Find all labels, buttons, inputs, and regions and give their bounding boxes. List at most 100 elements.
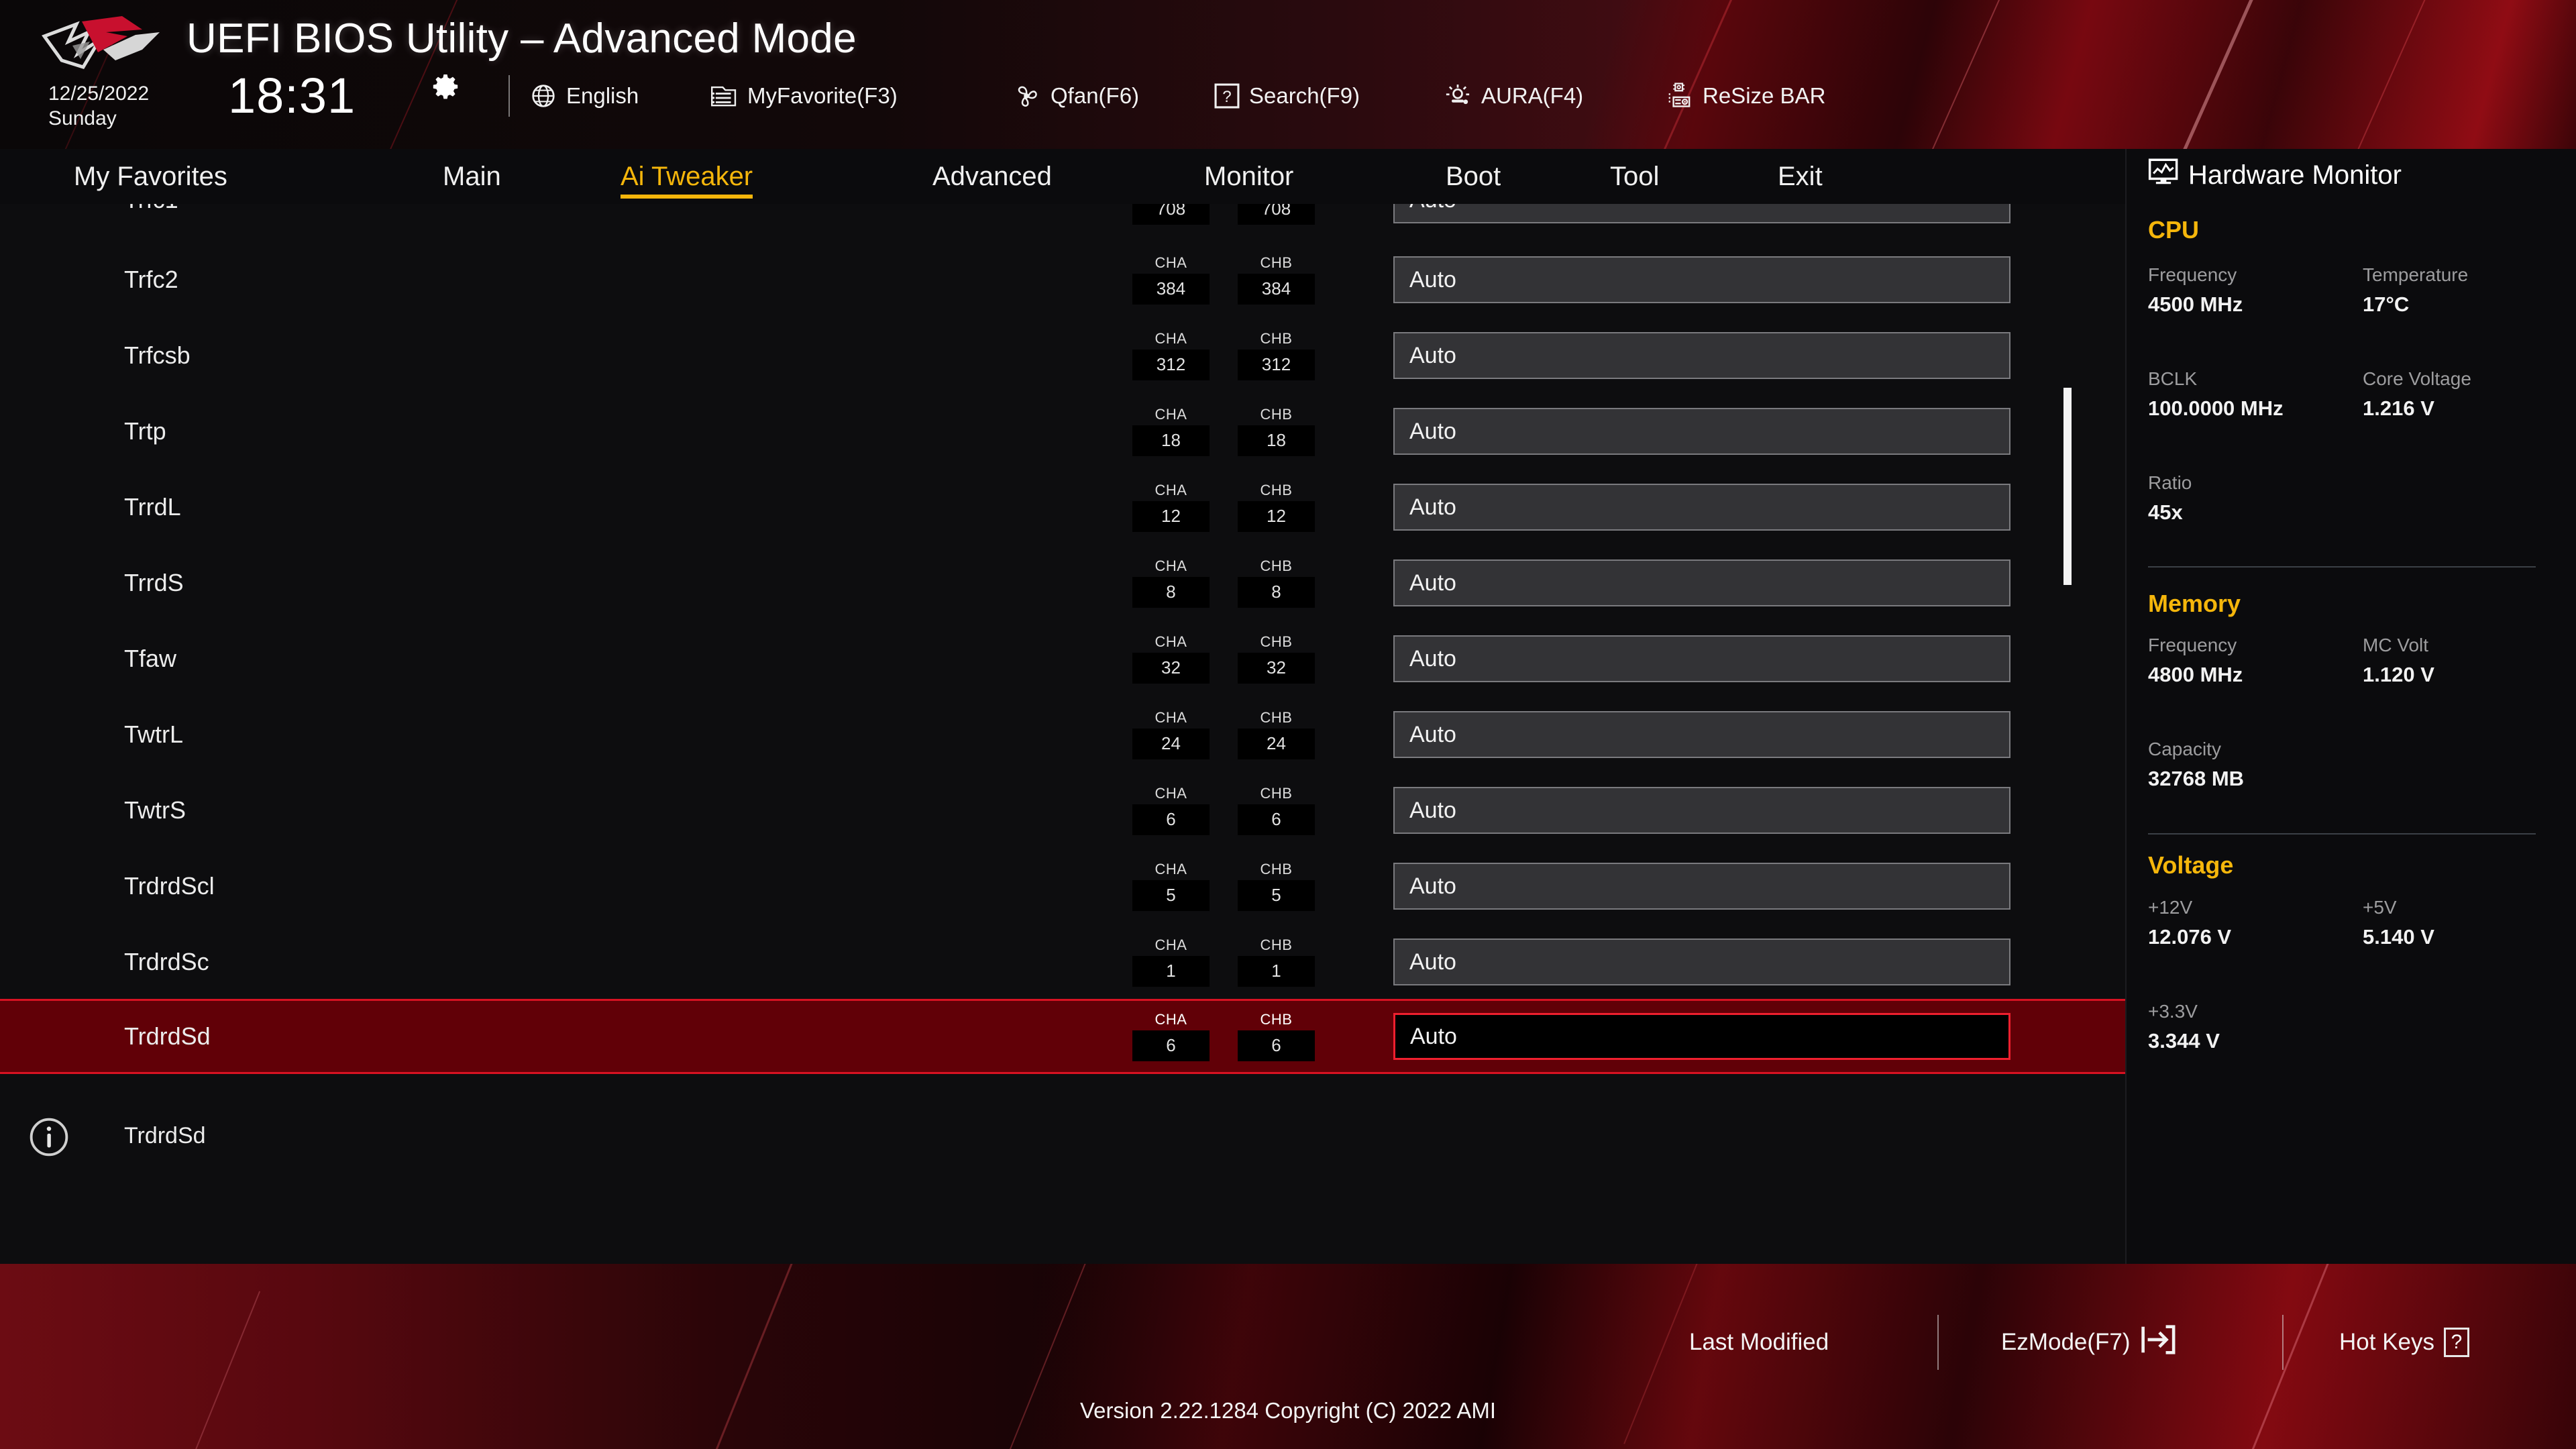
info-circle-icon	[28, 1116, 70, 1158]
tab-boot[interactable]: Boot	[1446, 149, 1501, 204]
tab-main[interactable]: Main	[443, 149, 501, 204]
tab-label: Exit	[1778, 161, 1823, 191]
hwm-cpu-core-voltage: Core Voltage 1.216 V	[2363, 368, 2471, 421]
setting-value-dropdown[interactable]: Auto	[1393, 256, 2010, 303]
hwm-value: 45x	[2148, 500, 2183, 524]
channel-b-caption: CHB	[1260, 329, 1293, 347]
toolbar-item-resizebar[interactable]: ReSize BAR	[1665, 75, 1825, 117]
hardware-monitor-title: Hardware Monitor	[2148, 158, 2402, 192]
table-row[interactable]: Tfaw CHA 32 CHB 32 Auto	[0, 621, 2125, 696]
table-row[interactable]: TrdrdScl CHA 5 CHB 5 Auto	[0, 849, 2125, 924]
hot-keys-button[interactable]: Hot Keys ?	[2339, 1319, 2469, 1366]
tab-exit[interactable]: Exit	[1778, 149, 1823, 204]
channel-a-caption: CHA	[1155, 784, 1187, 802]
channel-b-cell: CHB 18	[1238, 407, 1315, 456]
hwm-section-memory: Memory	[2148, 590, 2241, 617]
hwm-memory-frequency: Frequency 4800 MHz	[2148, 635, 2243, 687]
hwm-cpu-bclk: BCLK 100.0000 MHz	[2148, 368, 2284, 421]
channel-a-cell: CHA 6	[1132, 1012, 1210, 1061]
channel-a-value: 18	[1132, 425, 1210, 456]
setting-value-dropdown[interactable]: Auto	[1393, 711, 2010, 758]
setting-value-dropdown[interactable]: Auto	[1393, 484, 2010, 531]
channel-b-cell: CHB 8	[1238, 557, 1315, 608]
channel-a-value: 6	[1132, 804, 1210, 835]
table-row[interactable]: TrrdL CHA 12 CHB 12 Auto	[0, 470, 2125, 545]
channel-b-cell: CHB 12	[1238, 482, 1315, 532]
gear-icon[interactable]	[429, 72, 462, 105]
table-row[interactable]: Trtp CHA 18 CHB 18 Auto	[0, 394, 2125, 469]
clock-display: 18:31	[228, 68, 356, 123]
scrollbar-thumb[interactable]	[2063, 388, 2072, 585]
hardware-monitor-panel: Hardware Monitor CPU Frequency 4500 MHz …	[2125, 149, 2576, 1264]
table-row[interactable]: Trfc1 CHA 708 CHB 708 Auto	[0, 204, 2125, 237]
date-value: 12/25/2022	[48, 83, 150, 105]
setting-value-dropdown[interactable]: Auto	[1393, 408, 2010, 455]
table-row[interactable]: TrrdS CHA 8 CHB 8 Auto	[0, 545, 2125, 621]
table-row[interactable]: Trfcsb CHA 312 CHB 312 Auto	[0, 318, 2125, 393]
table-row[interactable]: Trfc2 CHA 384 CHB 384 Auto	[0, 242, 2125, 317]
setting-value-dropdown[interactable]: Auto	[1393, 559, 2010, 606]
toolbar-item-myfavorite[interactable]: MyFavorite(F3)	[710, 75, 898, 117]
tab-my-favorites[interactable]: My Favorites	[74, 149, 227, 204]
last-modified-button[interactable]: Last Modified	[1689, 1319, 1829, 1366]
setting-value-dropdown[interactable]: Auto	[1393, 332, 2010, 379]
setting-value-dropdown[interactable]: Auto	[1393, 635, 2010, 682]
hwm-key: Temperature	[2363, 264, 2469, 285]
channel-b-cell: CHB 5	[1238, 861, 1315, 911]
tab-label: Ai Tweaker	[621, 161, 753, 191]
setting-value-dropdown[interactable]: Auto	[1393, 938, 2010, 985]
toolbar-item-qfan[interactable]: Qfan(F6)	[1012, 75, 1139, 117]
setting-label: Trfcsb	[124, 341, 191, 369]
toolbar-label-aura: AURA(F4)	[1481, 83, 1584, 108]
channel-a-caption: CHA	[1155, 1010, 1187, 1028]
channel-a-value: 6	[1132, 1030, 1210, 1061]
table-row[interactable]: TrdrdSc CHA 1 CHB 1 Auto	[0, 924, 2125, 1000]
channel-b-caption: CHB	[1260, 1010, 1293, 1028]
channel-a-cell: CHA 24	[1132, 710, 1210, 759]
channel-a-cell: CHA 8	[1132, 558, 1210, 608]
tab-label: Main	[443, 161, 501, 191]
tab-label: Tool	[1610, 161, 1660, 191]
tab-monitor[interactable]: Monitor	[1204, 149, 1293, 204]
table-row-selected[interactable]: TrdrdSd CHA 6 CHB 6 Auto	[0, 999, 2125, 1074]
setting-label: TwtrL	[124, 720, 184, 748]
channel-a-caption: CHA	[1155, 329, 1187, 347]
hwm-memory-mc-volt: MC Volt 1.120 V	[2363, 635, 2434, 687]
setting-value-dropdown[interactable]: Auto	[1393, 204, 2010, 223]
toolbar-item-language[interactable]: English	[530, 75, 639, 117]
setting-label: Trfc2	[124, 266, 178, 293]
setting-value-dropdown[interactable]: Auto	[1393, 863, 2010, 910]
globe-icon	[530, 83, 557, 109]
channel-a-caption: CHA	[1155, 860, 1187, 877]
channel-a-cell: CHA 12	[1132, 482, 1210, 532]
channel-a-cell: CHA 32	[1132, 634, 1210, 684]
channel-b-caption: CHB	[1260, 557, 1293, 574]
channel-a-value: 708	[1132, 204, 1210, 225]
channel-b-cell: CHB 1	[1238, 937, 1315, 987]
hwm-value: 1.216 V	[2363, 396, 2434, 420]
footer-divider	[2282, 1315, 2284, 1370]
setting-value-dropdown[interactable]: Auto	[1393, 1013, 2010, 1060]
question-box-icon: ?	[2444, 1328, 2469, 1357]
toolbar-item-aura[interactable]: AURA(F4)	[1444, 75, 1583, 117]
table-row[interactable]: TwtrS CHA 6 CHB 6 Auto	[0, 773, 2125, 848]
channel-b-caption: CHB	[1260, 254, 1293, 271]
tab-advanced[interactable]: Advanced	[932, 149, 1052, 204]
tab-ai-tweaker[interactable]: Ai Tweaker	[621, 149, 753, 204]
setting-value-dropdown[interactable]: Auto	[1393, 787, 2010, 834]
fan-icon	[1012, 83, 1041, 109]
channel-a-cell: CHA 312	[1132, 331, 1210, 380]
hwm-cpu-temperature: Temperature 17°C	[2363, 264, 2468, 317]
rog-logo	[42, 12, 176, 79]
setting-label: TwtrS	[124, 796, 186, 824]
channel-b-cell: CHB 708	[1238, 204, 1315, 225]
footer-divider	[1937, 1315, 1939, 1370]
channel-a-value: 24	[1132, 728, 1210, 759]
channel-b-value: 384	[1238, 273, 1315, 305]
gpu-chip-icon	[1665, 82, 1693, 110]
tab-tool[interactable]: Tool	[1610, 149, 1659, 204]
ezmode-button[interactable]: EzMode(F7)	[2001, 1319, 2176, 1366]
hwm-value: 4500 MHz	[2148, 292, 2243, 316]
toolbar-item-search[interactable]: ? Search(F9)	[1214, 75, 1360, 117]
table-row[interactable]: TwtrL CHA 24 CHB 24 Auto	[0, 697, 2125, 772]
